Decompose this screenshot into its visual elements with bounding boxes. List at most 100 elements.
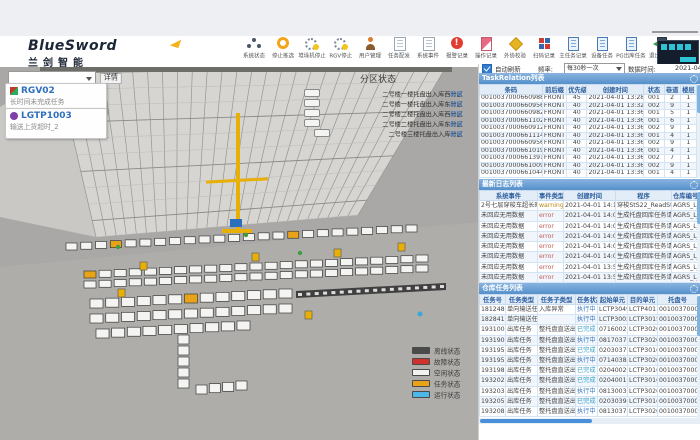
table-cell: LCTP3016 — [628, 345, 658, 355]
table-row[interactable]: 1931001出库任务整托盘直送出库已完成0716002082LCTP30200… — [480, 325, 698, 335]
auto-refresh-checkbox[interactable] — [482, 64, 492, 74]
mini-monitor-widget[interactable] — [657, 40, 699, 65]
table-cell: 出库任务 — [506, 376, 538, 386]
table-row[interactable]: 1932021出库任务整托盘直送出库已完成0204001062LCTP30160… — [480, 376, 698, 386]
table-cell: 002 — [644, 102, 664, 110]
toolbar-button-scan-records[interactable]: 扫码记录 — [530, 37, 557, 66]
legend-label: 空闲状态 — [434, 368, 460, 378]
toolbar-button-stop-picking[interactable]: 停止拣选 — [269, 37, 296, 66]
table-cell: 0010037000660605 — [658, 335, 698, 345]
table-cell: error — [538, 273, 564, 283]
toolbar-button-system-status[interactable]: 系统状态 — [240, 37, 267, 66]
toolbar-button-alarm-records[interactable]: 报警记录 — [443, 37, 470, 66]
zone-checkbox[interactable] — [304, 119, 320, 127]
table-row[interactable]: 1812484单向输送任务入库异常执行中LCTP3049LCTP40110010… — [480, 305, 698, 315]
zone-goto-link[interactable]: 转到 — [450, 88, 466, 97]
alert-card-lgtp1003[interactable]: LGTP1003输送上货超时_2 — [5, 108, 107, 139]
table-row[interactable]: 0010037000661019063FRONT402021-04-01 13:… — [480, 147, 697, 155]
column-header[interactable]: 条码 — [480, 85, 543, 95]
table-cell: 未回应无用数据 — [480, 231, 538, 241]
table-cell: 1 — [680, 155, 696, 163]
zone-checkbox[interactable] — [314, 129, 330, 137]
table-row[interactable]: 1932038出库任务整托盘直送出库执行中0813003032LCTP30200… — [480, 386, 698, 396]
table-row[interactable]: 1828411单向输送任务执行中LCTP3002LCTP301500100370… — [480, 315, 698, 325]
column-header[interactable]: 任务类型 — [506, 295, 538, 305]
zone-checkbox[interactable] — [304, 99, 320, 107]
zone-goto-link[interactable]: 转到 — [450, 98, 466, 107]
table-row[interactable]: 未回应无用数据error2021-04-01 13:59:52生成托盘回库任务请… — [480, 262, 698, 272]
table-row[interactable]: 0010037000661009888FRONT402021-04-01 13:… — [480, 162, 697, 170]
table-row[interactable]: 1932087出库任务整托盘直送出库执行中0813037032LCTP30200… — [480, 407, 698, 417]
legend-row: 离线状态 — [412, 345, 474, 356]
table-row[interactable]: 未回应无用数据error2021-04-01 14:05:56生成托盘回库任务请… — [480, 221, 698, 231]
gear-icon[interactable] — [690, 181, 698, 189]
column-header[interactable]: 巷道 — [664, 85, 680, 95]
table-row[interactable]: 0010037000660956770FRONT402021-04-01 13:… — [480, 140, 697, 148]
table-row[interactable]: 0010037000661102945FRONT402021-04-01 13:… — [480, 117, 697, 125]
toolbar-button-system-events[interactable]: 系统事件 — [414, 37, 441, 66]
table-row[interactable]: 未回应无用数据error2021-04-01 14:06:57生成托盘回库任务请… — [480, 211, 698, 221]
toolbar-button-task-dispatch[interactable]: 任务配发 — [385, 37, 412, 66]
zone-goto-link[interactable]: 转到 — [450, 128, 466, 137]
gear-icon[interactable] — [690, 75, 698, 83]
table-cell: 0203039011 — [598, 396, 628, 406]
zone-checkbox[interactable] — [304, 109, 320, 117]
column-header[interactable]: 任务子类型 — [538, 295, 576, 305]
table-row[interactable]: 1931958出库任务整托盘直送出库执行中0714038042LCTP30200… — [480, 356, 698, 366]
zone-goto-link[interactable]: 转到 — [450, 108, 466, 117]
zone-checkbox[interactable] — [304, 89, 320, 97]
mini-monitor-cell — [685, 44, 691, 50]
horizontal-scrollbar[interactable] — [479, 418, 700, 424]
column-header[interactable]: 优先级 — [567, 85, 587, 95]
table-cell: LCTP3016 — [628, 396, 658, 406]
toolbar-button-external-check[interactable]: 外协校验 — [501, 37, 528, 66]
table-row[interactable]: 未回应无用数据error2021-04-01 14:01:54生成托盘回库任务请… — [480, 252, 698, 262]
table-row[interactable]: 0010037000660988629FRONT452021-04-01 13:… — [480, 95, 697, 103]
table-row[interactable]: 未回应无用数据error2021-04-01 14:03:56生成托盘回库任务请… — [480, 231, 698, 241]
toolbar-label: 停止拣选 — [272, 51, 294, 59]
column-header[interactable]: 仓库编号 — [672, 191, 698, 201]
zone-goto-link[interactable]: 转到 — [450, 118, 466, 127]
column-header[interactable]: 创建时间 — [587, 85, 644, 95]
table-cell: 0010037000661391200 — [480, 155, 543, 163]
table-cell: 0010037000660606 — [658, 345, 698, 355]
table-row[interactable]: 0010037000660912312FRONT402021-04-01 13:… — [480, 125, 697, 133]
table-cell: 9 — [664, 140, 680, 148]
toolbar-button-rgv-stop[interactable]: RGV停止 — [327, 37, 354, 66]
toolbar-button-stacker-stop[interactable]: 堆垛机停止 — [298, 37, 325, 66]
table-cell: 1 — [680, 117, 696, 125]
gear-icon[interactable] — [690, 285, 698, 293]
table-row[interactable]: 0010037000661114019FRONT402021-04-01 13:… — [480, 132, 697, 140]
column-header[interactable]: 系统事件 — [480, 191, 538, 201]
table-cell: LCTP3015 — [628, 315, 658, 325]
column-header[interactable]: 楼层 — [680, 85, 696, 95]
toolbar-button-operation-records[interactable]: 操作记录 — [472, 37, 499, 66]
column-header[interactable]: 任务号 — [480, 295, 506, 305]
column-header[interactable]: 托盘号 — [658, 295, 698, 305]
zone-row: 二号楼一楼托盘出入库西分区转到 — [308, 88, 476, 98]
table-cell: LCTP3020 — [628, 386, 658, 396]
table-row[interactable]: 0010037000660982162FRONT402021-04-01 13:… — [480, 110, 697, 118]
column-header[interactable]: 起始单元 — [598, 295, 628, 305]
table-cell: 002 — [644, 162, 664, 170]
table-row[interactable]: 0010037000661391200FRONT402021-04-01 13:… — [480, 155, 697, 163]
table-row[interactable]: 1932050出库任务整托盘直送出库已完成0203039011LCTP30160… — [480, 396, 698, 406]
mini-monitor-button[interactable] — [680, 57, 696, 62]
toolbar-button-user-management[interactable]: 用户管理 — [356, 37, 383, 66]
table-row[interactable]: 未回应无用数据error2021-04-01 13:57:49生成托盘回库任务请… — [480, 273, 698, 283]
column-header[interactable]: 前后缀 — [542, 85, 566, 95]
warehouse-3d-viewport[interactable]: 详情 RGV02长时间未完成任务LGTP1003输送上货超时_2 分区状态 二号… — [0, 67, 478, 440]
column-header[interactable]: 任务状态 — [576, 295, 598, 305]
table-row[interactable]: 1931905出库任务整托盘直送出库执行中0817037081LCTP30200… — [480, 335, 698, 345]
table-row[interactable]: 1931956出库任务整托盘直送出库已完成0203037022LCTP30160… — [480, 345, 698, 355]
table-row[interactable]: 0010037000660956770FRONT402021-04-01 13:… — [480, 102, 697, 110]
column-header[interactable]: 事件类型 — [538, 191, 564, 201]
table-row[interactable]: 1931980出库任务整托盘直送出库已完成0204002081LCTP30160… — [480, 366, 698, 376]
column-header[interactable]: 状态 — [644, 85, 664, 95]
table-row[interactable]: 0010037000661044981FRONT402021-04-01 13:… — [480, 170, 697, 178]
table-row[interactable]: 未回应无用数据error2021-04-01 14:02:55生成托盘回库任务请… — [480, 242, 698, 252]
column-header[interactable]: 目的单元 — [628, 295, 658, 305]
table-row[interactable]: 2号七层穿梭车超长时间未完成任务warning2021-04-01 14:12:… — [480, 201, 698, 211]
column-header[interactable]: 创建时间 — [564, 191, 616, 201]
column-header[interactable]: 程序 — [616, 191, 672, 201]
